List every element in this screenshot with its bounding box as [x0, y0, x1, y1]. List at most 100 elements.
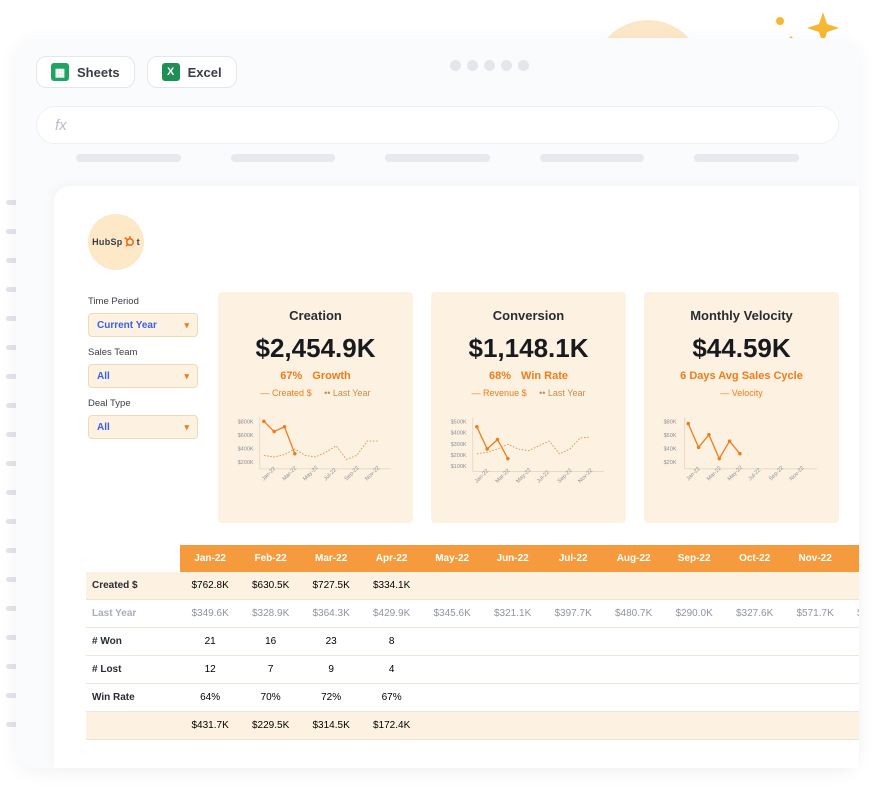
cell[interactable]: 16: [240, 628, 301, 656]
cell[interactable]: $321.1K: [482, 600, 543, 628]
cell[interactable]: [482, 712, 543, 740]
cell[interactable]: [603, 572, 664, 600]
cell[interactable]: [664, 572, 725, 600]
cell[interactable]: $327.6K: [724, 600, 785, 628]
tab-sheets[interactable]: ▦ Sheets: [36, 56, 135, 88]
cell[interactable]: [603, 712, 664, 740]
row-label: Win Rate: [86, 684, 180, 712]
cell[interactable]: 4: [361, 656, 422, 684]
cell[interactable]: 23: [301, 628, 362, 656]
cell[interactable]: 12: [180, 656, 241, 684]
cell[interactable]: [482, 656, 543, 684]
table-header-row: Jan-22Feb-22Mar-22Apr-22May-22Jun-22Jul-…: [86, 545, 859, 572]
table-body: Created $$762.8K$630.5K$727.5K$334.1K Las…: [86, 572, 859, 740]
cell[interactable]: [543, 684, 604, 712]
svg-text:$200K: $200K: [451, 453, 467, 459]
cell[interactable]: 67%: [361, 684, 422, 712]
cell[interactable]: [845, 684, 859, 712]
cell[interactable]: [724, 628, 785, 656]
cell[interactable]: [785, 684, 846, 712]
cell[interactable]: $727.5K: [301, 572, 362, 600]
cell[interactable]: [603, 628, 664, 656]
cell[interactable]: [543, 628, 604, 656]
row-label: Created $: [86, 572, 180, 600]
cell[interactable]: [845, 628, 859, 656]
cell[interactable]: [664, 684, 725, 712]
filter-value: All: [97, 371, 110, 382]
cell[interactable]: [603, 656, 664, 684]
cell[interactable]: [543, 572, 604, 600]
cell[interactable]: [845, 656, 859, 684]
cell[interactable]: [785, 628, 846, 656]
cell[interactable]: $431.7K: [180, 712, 241, 740]
card-value: $44.59K: [662, 333, 821, 364]
cell[interactable]: [664, 656, 725, 684]
dot-icon: [775, 16, 785, 26]
cell[interactable]: [664, 712, 725, 740]
cell[interactable]: [845, 572, 859, 600]
cell[interactable]: [785, 572, 846, 600]
cell[interactable]: [785, 712, 846, 740]
table-col-header: Dec-22: [845, 545, 859, 572]
cell[interactable]: [422, 628, 483, 656]
cell[interactable]: [664, 628, 725, 656]
cell[interactable]: $349.6K: [180, 600, 241, 628]
cell[interactable]: $573.6K: [845, 600, 859, 628]
cell[interactable]: [422, 572, 483, 600]
cell[interactable]: [724, 656, 785, 684]
cell[interactable]: [543, 656, 604, 684]
cell[interactable]: $229.5K: [240, 712, 301, 740]
svg-text:May-22: May-22: [515, 467, 532, 484]
filter-sales-team[interactable]: All ▾: [88, 364, 198, 388]
filter-time-period[interactable]: Current Year ▾: [88, 313, 198, 337]
cell[interactable]: $172.4K: [361, 712, 422, 740]
card-legend: — Velocity: [662, 388, 821, 398]
filter-deal-type[interactable]: All ▾: [88, 415, 198, 439]
svg-text:May-22: May-22: [302, 465, 319, 482]
cell[interactable]: 64%: [180, 684, 241, 712]
table-col-header: Apr-22: [361, 545, 422, 572]
cell[interactable]: $328.9K: [240, 600, 301, 628]
cell[interactable]: [482, 684, 543, 712]
chevron-down-icon: ▾: [184, 320, 189, 331]
cell[interactable]: 9: [301, 656, 362, 684]
formula-bar[interactable]: fx: [36, 106, 839, 144]
cell[interactable]: 21: [180, 628, 241, 656]
cell[interactable]: [724, 684, 785, 712]
cell[interactable]: 70%: [240, 684, 301, 712]
cell[interactable]: [785, 656, 846, 684]
card-title: Monthly Velocity: [662, 308, 821, 323]
cell[interactable]: $762.8K: [180, 572, 241, 600]
cell[interactable]: $334.1K: [361, 572, 422, 600]
cell[interactable]: $290.0K: [664, 600, 725, 628]
cell[interactable]: $429.9K: [361, 600, 422, 628]
cell[interactable]: $364.3K: [301, 600, 362, 628]
cell[interactable]: 72%: [301, 684, 362, 712]
cell[interactable]: $314.5K: [301, 712, 362, 740]
cell[interactable]: $571.7K: [785, 600, 846, 628]
cell[interactable]: [543, 712, 604, 740]
cell[interactable]: [845, 712, 859, 740]
svg-text:May-22: May-22: [727, 465, 744, 482]
cell[interactable]: [422, 656, 483, 684]
app-window: ▦ Sheets X Excel fx HubSp t Time Period: [16, 38, 859, 768]
cell[interactable]: [603, 684, 664, 712]
cell[interactable]: [724, 712, 785, 740]
row-label: Last Year: [86, 600, 180, 628]
card-legend: — Created $ •• Last Year: [236, 388, 395, 398]
cell[interactable]: [724, 572, 785, 600]
cell[interactable]: [482, 628, 543, 656]
cell[interactable]: [422, 712, 483, 740]
spreadsheet-canvas: HubSp t Time Period Current Year ▾ Sales…: [54, 186, 859, 768]
cell[interactable]: 7: [240, 656, 301, 684]
cell[interactable]: $345.6K: [422, 600, 483, 628]
cell[interactable]: $480.7K: [603, 600, 664, 628]
tab-excel[interactable]: X Excel: [147, 56, 237, 88]
cell[interactable]: 8: [361, 628, 422, 656]
cell[interactable]: [482, 572, 543, 600]
cell[interactable]: $630.5K: [240, 572, 301, 600]
filter-label-deal: Deal Type: [88, 398, 198, 409]
conversion-chart: $500K$400K$300K$200K$100K Jan-22 Mar-22 …: [449, 398, 608, 508]
cell[interactable]: $397.7K: [543, 600, 604, 628]
cell[interactable]: [422, 684, 483, 712]
